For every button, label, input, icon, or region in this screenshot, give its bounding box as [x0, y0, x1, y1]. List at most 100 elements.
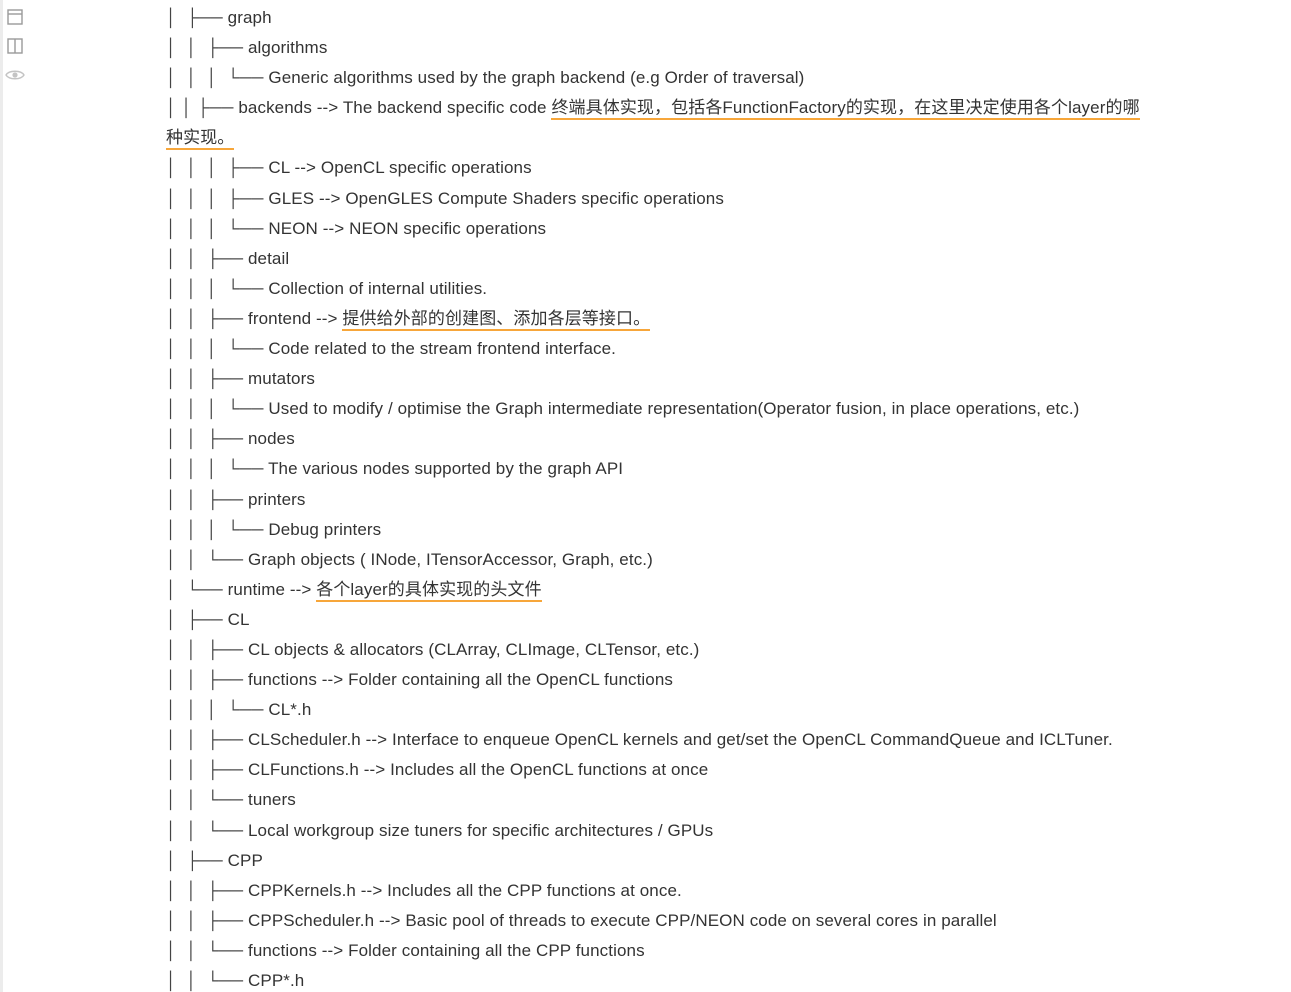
tree-entry-text: mutators	[248, 369, 315, 389]
tree-branch-prefix: │ │ └──	[166, 790, 248, 810]
tree-line: │ │ ├── backends --> The backend specifi…	[166, 93, 1156, 153]
tree-line: │ │ │ ├── GLES --> OpenGLES Compute Shad…	[166, 184, 1156, 214]
tree-line: │ │ ├── CLFunctions.h --> Includes all t…	[166, 755, 1156, 785]
tree-entry-text: frontend -->	[248, 308, 343, 328]
tree-entry-text: tuners	[248, 790, 296, 810]
tree-entry-text: CL	[227, 609, 250, 629]
highlighted-annotation: 各个layer的具体实现的头文件	[316, 579, 542, 602]
side-toolbar	[4, 6, 26, 93]
tree-branch-prefix: │ │ └──	[166, 549, 248, 569]
tree-branch-prefix: │ └──	[166, 579, 228, 599]
tree-entry-text: NEON --> NEON specific operations	[268, 218, 547, 238]
preview-eye-icon[interactable]	[4, 64, 26, 86]
tree-branch-prefix: │ │ │ └──	[166, 399, 269, 419]
tree-branch-prefix: │ │ ├──	[166, 369, 248, 389]
tree-entry-text: functions --> Folder containing all the …	[248, 940, 645, 960]
tree-line: │ │ │ └── Generic algorithms used by the…	[166, 63, 1156, 93]
tree-line: │ │ │ └── Used to modify / optimise the …	[166, 394, 1156, 424]
tree-branch-prefix: │ │ ├──	[166, 38, 248, 58]
tree-entry-text: algorithms	[248, 38, 328, 58]
tree-entry-text: CLScheduler.h --> Interface to enqueue O…	[248, 730, 1113, 750]
tree-entry-text: CPP	[227, 850, 263, 870]
tree-entry-text: backends --> The backend specific code	[238, 98, 552, 118]
tree-entry-text: functions --> Folder containing all the …	[248, 670, 674, 690]
tree-line: │ │ │ ├── CL --> OpenCL specific operati…	[166, 153, 1156, 183]
tree-line: │ │ ├── nodes	[166, 424, 1156, 454]
tree-branch-prefix: │ │ │ └──	[166, 278, 269, 298]
tree-entry-text: CPPKernels.h --> Includes all the CPP fu…	[248, 880, 682, 900]
tree-line: │ ├── graph	[166, 3, 1156, 33]
tree-branch-prefix: │ │ ├──	[166, 308, 248, 328]
tree-entry-text: CPPScheduler.h --> Basic pool of threads…	[248, 910, 997, 930]
tree-entry-text: Debug printers	[268, 519, 382, 539]
tree-line: │ │ │ └── Debug printers	[166, 515, 1156, 545]
tree-entry-text: runtime -->	[227, 579, 317, 599]
tree-line: │ │ ├── CPPScheduler.h --> Basic pool of…	[166, 906, 1156, 936]
tree-branch-prefix: │ │ │ ├──	[166, 188, 269, 208]
tree-branch-prefix: │ │ ├──	[166, 760, 248, 780]
tree-branch-prefix: │ │ ├──	[166, 248, 248, 268]
tree-branch-prefix: │ ├──	[166, 850, 228, 870]
directory-tree: │ ├── graph │ │ ├── algorithms │ │ │ └── G…	[166, 3, 1156, 992]
tree-line: │ │ │ └── CL*.h	[166, 695, 1156, 725]
tree-entry-text: graph	[227, 8, 272, 27]
tree-branch-prefix: │ │ ├──	[166, 730, 248, 750]
tree-line: │ │ │ └── Code related to the stream fro…	[166, 334, 1156, 364]
tree-line: │ ├── CPP	[166, 846, 1156, 876]
tree-line: │ │ ├── CPPKernels.h --> Includes all th…	[166, 876, 1156, 906]
outline-panel-icon[interactable]	[4, 6, 26, 28]
tree-entry-text: The various nodes supported by the graph…	[268, 459, 624, 479]
tree-branch-prefix: │ │ ├──	[166, 910, 248, 930]
tree-entry-text: nodes	[248, 429, 295, 449]
tree-line: │ │ │ └── NEON --> NEON specific operati…	[166, 214, 1156, 244]
tree-entry-text: detail	[248, 248, 290, 268]
tree-branch-prefix: │ │ ├──	[166, 639, 248, 659]
tree-entry-text: Generic algorithms used by the graph bac…	[268, 68, 805, 88]
tree-entry-text: Used to modify / optimise the Graph inte…	[268, 399, 1080, 419]
tree-entry-text: CLFunctions.h --> Includes all the OpenC…	[248, 760, 709, 780]
tree-line: │ │ └── Graph objects ( INode, ITensorAc…	[166, 545, 1156, 575]
tree-branch-prefix: │ │ ├──	[166, 98, 239, 118]
tree-line: │ │ ├── CL objects & allocators (CLArray…	[166, 635, 1156, 665]
tree-line: │ ├── CL	[166, 605, 1156, 635]
tree-line: │ │ ├── frontend --> 提供给外部的创建图、添加各层等接口。	[166, 304, 1156, 334]
tree-entry-text: CL objects & allocators (CLArray, CLImag…	[248, 639, 700, 659]
tree-entry-text: Local workgroup size tuners for specific…	[248, 820, 714, 840]
tree-entry-text: Collection of internal utilities.	[268, 278, 488, 298]
tree-branch-prefix: │ │ └──	[166, 820, 248, 840]
tree-branch-prefix: │ │ └──	[166, 940, 248, 960]
tree-line: │ │ ├── CLScheduler.h --> Interface to e…	[166, 725, 1156, 755]
highlighted-annotation: 提供给外部的创建图、添加各层等接口。	[342, 308, 651, 331]
tree-line: │ │ ├── detail	[166, 244, 1156, 274]
tree-entry-text: printers	[248, 489, 306, 509]
tree-entry-text: Code related to the stream frontend inte…	[268, 339, 617, 359]
tree-branch-prefix: │ │ ├──	[166, 429, 248, 449]
tree-line: │ │ ├── functions --> Folder containing …	[166, 665, 1156, 695]
tree-entry-text: CL --> OpenCL specific operations	[268, 158, 532, 178]
tree-branch-prefix: │ │ ├──	[166, 489, 248, 509]
tree-entry-text: GLES --> OpenGLES Compute Shaders specif…	[268, 188, 724, 208]
tree-branch-prefix: │ │ ├──	[166, 880, 248, 900]
left-rail	[0, 0, 3, 992]
tree-branch-prefix: │ │ ├──	[166, 670, 248, 690]
tree-branch-prefix: │ │ │ └──	[166, 459, 269, 479]
tree-branch-prefix: │ │ │ └──	[166, 339, 269, 359]
tree-branch-prefix: │ │ └──	[166, 971, 248, 990]
tree-line: │ │ ├── mutators	[166, 364, 1156, 394]
tree-line: │ │ └── Local workgroup size tuners for …	[166, 816, 1156, 846]
tree-line: │ │ │ └── The various nodes supported by…	[166, 454, 1156, 484]
tree-line: │ │ └── tuners	[166, 785, 1156, 815]
tree-branch-prefix: │ │ │ └──	[166, 519, 269, 539]
tree-line: │ │ ├── printers	[166, 485, 1156, 515]
tree-branch-prefix: │ │ │ └──	[166, 218, 269, 238]
tree-branch-prefix: │ ├──	[166, 8, 228, 27]
tree-branch-prefix: │ │ │ ├──	[166, 158, 269, 178]
tree-line: │ │ │ └── Collection of internal utiliti…	[166, 274, 1156, 304]
tree-branch-prefix: │ │ │ └──	[166, 700, 269, 720]
tree-entry-text: CPP*.h	[248, 971, 305, 990]
split-view-icon[interactable]	[4, 35, 26, 57]
tree-line: │ └── runtime --> 各个layer的具体实现的头文件	[166, 575, 1156, 605]
tree-line: │ │ └── CPP*.h	[166, 966, 1156, 992]
tree-line: │ │ ├── algorithms	[166, 33, 1156, 63]
tree-entry-text: Graph objects ( INode, ITensorAccessor, …	[248, 549, 653, 569]
